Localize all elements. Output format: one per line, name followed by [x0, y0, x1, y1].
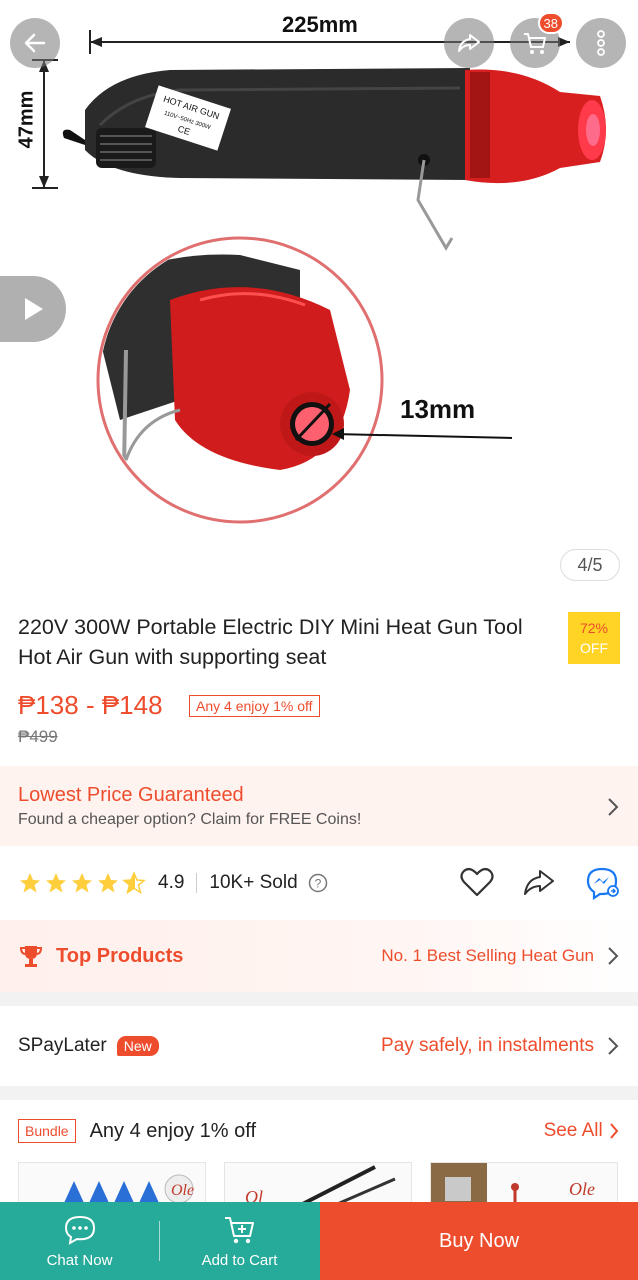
discount-percent: 72%	[579, 620, 609, 636]
top-products-label: Top Products	[56, 944, 184, 967]
lowest-price-guarantee-banner[interactable]: Lowest Price Guaranteed Found a cheaper …	[0, 766, 638, 846]
svg-text:Ole: Ole	[171, 1182, 194, 1199]
chevron-right-icon	[608, 1037, 619, 1055]
section-divider	[0, 1086, 638, 1100]
star-icon	[98, 873, 118, 893]
add-to-cart-button[interactable]: Add to Cart	[160, 1202, 319, 1280]
lowest-price-subtitle: Found a cheaper option? Claim for FREE C…	[18, 811, 362, 828]
product-title-section: 220V 300W Portable Electric DIY Mini Hea…	[0, 598, 638, 678]
add-to-cart-label: Add to Cart	[201, 1251, 278, 1269]
divider	[196, 873, 198, 893]
dimension-nozzle-label: 13mm	[400, 394, 476, 424]
help-icon[interactable]: ?	[308, 873, 328, 893]
play-icon	[25, 298, 43, 320]
bundle-promo-tag[interactable]: Any 4 enjoy 1% off	[189, 694, 320, 717]
bundle-deal-section: Bundle Any 4 enjoy 1% off See All Ole Ol	[0, 1100, 638, 1222]
svg-text:Ole: Ole	[569, 1179, 595, 1199]
cart-button[interactable]: 38	[510, 12, 564, 68]
star-icon	[72, 873, 92, 893]
more-options-button[interactable]	[576, 18, 626, 68]
chevron-right-icon	[610, 1123, 619, 1139]
add-to-cart-icon	[224, 1216, 254, 1243]
chat-now-label: Chat Now	[46, 1251, 113, 1269]
product-image-gallery[interactable]: HOT AIR GUN 110V~50Hz 300W CE 225mm 47mm…	[0, 0, 638, 598]
chevron-right-icon	[608, 798, 619, 816]
see-all-link[interactable]: See All	[544, 1120, 620, 1142]
rating-actions	[460, 866, 620, 900]
cart-count-badge: 38	[537, 12, 564, 34]
arrow-left-icon	[24, 33, 46, 53]
discount-label: OFF	[580, 640, 608, 656]
trophy-icon	[19, 946, 43, 967]
rating-value: 4.9	[158, 872, 185, 893]
chevron-right-icon	[608, 947, 619, 965]
video-play-button[interactable]	[0, 276, 66, 342]
star-rating[interactable]	[18, 871, 146, 895]
product-title: 220V 300W Portable Electric DIY Mini Hea…	[18, 615, 523, 669]
bottom-action-bar: Chat Now Add to Cart Buy Now	[0, 1202, 638, 1280]
buy-now-label: Buy Now	[438, 1229, 520, 1252]
half-star-icon	[122, 871, 146, 895]
svg-text:?: ?	[314, 877, 321, 891]
see-all-label: See All	[543, 1120, 603, 1141]
dimension-length-label: 225mm	[282, 12, 358, 37]
star-icon	[46, 873, 66, 893]
back-button[interactable]	[10, 18, 60, 68]
more-vertical-icon	[597, 30, 605, 56]
share-icon	[458, 34, 480, 52]
share-icon[interactable]	[522, 866, 556, 898]
image-counter: 4/5	[560, 549, 620, 581]
price-section: ₱138 - ₱148 Any 4 enjoy 1% off ₱499	[18, 690, 618, 760]
chat-icon	[64, 1215, 95, 1245]
price-range: ₱138 - ₱148	[18, 690, 163, 720]
spaylater-row[interactable]: SPayLater New Pay safely, in instalments	[0, 1006, 638, 1086]
spaylater-name: SPayLater	[18, 1035, 107, 1056]
share-button[interactable]	[444, 18, 494, 68]
dimension-height-label: 47mm	[15, 90, 38, 149]
star-icon	[20, 873, 40, 893]
section-divider	[0, 992, 638, 1006]
bundle-title: Any 4 enjoy 1% off	[89, 1119, 256, 1142]
messenger-icon[interactable]	[584, 866, 620, 900]
original-price: ₱499	[18, 727, 58, 746]
chat-now-button[interactable]: Chat Now	[0, 1202, 159, 1280]
top-products-rank: No. 1 Best Selling Heat Gun	[381, 946, 594, 965]
discount-badge: 72% OFF	[568, 612, 620, 664]
sold-count: 10K+ Sold	[209, 872, 298, 893]
spaylater-info: Pay safely, in instalments	[381, 1035, 594, 1056]
lowest-price-title: Lowest Price Guaranteed	[18, 784, 244, 806]
buy-now-button[interactable]: Buy Now	[320, 1202, 638, 1280]
bundle-tag: Bundle	[18, 1119, 76, 1143]
rating-row: 4.9 10K+ Sold ?	[0, 846, 638, 920]
new-badge: New	[116, 1036, 159, 1056]
product-image: HOT AIR GUN 110V~50Hz 300W CE	[32, 30, 606, 524]
heart-icon[interactable]	[460, 866, 494, 898]
top-products-banner[interactable]: Top Products No. 1 Best Selling Heat Gun	[0, 920, 638, 992]
